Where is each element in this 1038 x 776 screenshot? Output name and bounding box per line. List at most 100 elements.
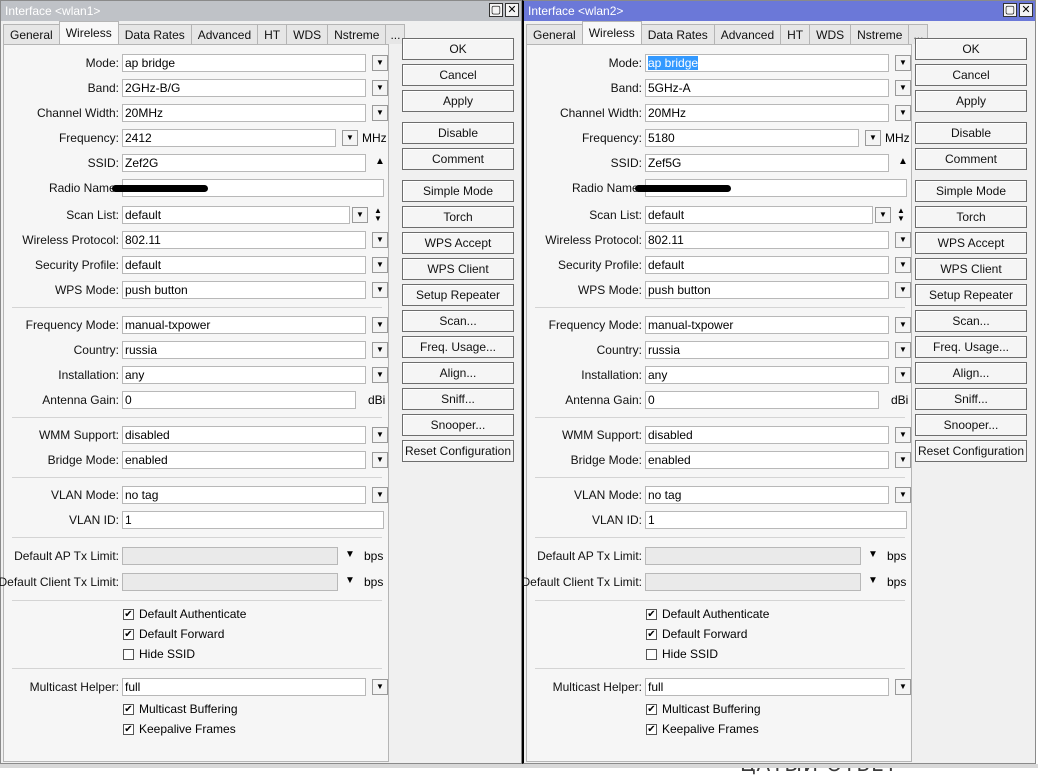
dropdown-arrow-icon[interactable]: ▼ xyxy=(342,548,358,564)
hide-ssid-checkbox[interactable] xyxy=(123,649,134,660)
dropdown-arrow-icon[interactable]: ▼ xyxy=(372,105,388,121)
dropdown-arrow-icon[interactable]: ▼ xyxy=(895,257,911,273)
dropdown-arrow-icon[interactable]: ▼ xyxy=(895,80,911,96)
torch-button[interactable]: Torch xyxy=(915,206,1027,228)
default-forward-checkbox[interactable]: ✔ xyxy=(646,629,657,640)
default-client-tx-limit-input[interactable] xyxy=(645,573,861,591)
tab-advanced[interactable]: Advanced xyxy=(713,24,782,44)
freq-usage-button[interactable]: Freq. Usage... xyxy=(915,336,1027,358)
close-icon[interactable]: ✕ xyxy=(505,3,519,17)
reset-configuration-button[interactable]: Reset Configuration xyxy=(402,440,514,462)
wps-client-button[interactable]: WPS Client xyxy=(402,258,514,280)
ok-button[interactable]: OK xyxy=(402,38,514,60)
dropdown-arrow-icon[interactable]: ▼ xyxy=(372,282,388,298)
snooper-button[interactable]: Snooper... xyxy=(915,414,1027,436)
dropdown-arrow-icon[interactable]: ▼ xyxy=(342,574,358,590)
up-down-arrow-icon[interactable]: ▲ ▼ xyxy=(893,207,909,223)
multicast-helper-input[interactable]: full xyxy=(645,678,889,696)
dropdown-arrow-icon[interactable]: ▼ xyxy=(372,452,388,468)
dropdown-arrow-icon[interactable]: ▼ xyxy=(895,317,911,333)
tab-ht[interactable]: HT xyxy=(257,24,288,44)
installation-input[interactable]: any xyxy=(645,366,889,384)
torch-button[interactable]: Torch xyxy=(402,206,514,228)
dropdown-arrow-icon[interactable]: ▼ xyxy=(875,207,891,223)
wps-mode-input[interactable]: push button xyxy=(122,281,366,299)
security-profile-input[interactable]: default xyxy=(122,256,366,274)
vlan-id-input[interactable]: 1 xyxy=(122,511,384,529)
dropdown-arrow-icon[interactable]: ▼ xyxy=(372,342,388,358)
sniff-button[interactable]: Sniff... xyxy=(915,388,1027,410)
collapse-arrow-icon[interactable]: ▲ xyxy=(895,155,911,171)
wireless-protocol-input[interactable]: 802.11 xyxy=(122,231,366,249)
multicast-buffering-checkbox[interactable]: ✔ xyxy=(123,704,134,715)
antenna-gain-input[interactable]: 0 xyxy=(122,391,356,409)
default-ap-tx-limit-input[interactable] xyxy=(122,547,338,565)
scan-button[interactable]: Scan... xyxy=(915,310,1027,332)
dropdown-arrow-icon[interactable]: ▼ xyxy=(865,130,881,146)
country-input[interactable]: russia xyxy=(122,341,366,359)
simple-mode-button[interactable]: Simple Mode xyxy=(402,180,514,202)
close-icon[interactable]: ✕ xyxy=(1019,3,1033,17)
bridge-mode-input[interactable]: enabled xyxy=(645,451,889,469)
dropdown-arrow-icon[interactable]: ▼ xyxy=(865,548,881,564)
default-client-tx-limit-input[interactable] xyxy=(122,573,338,591)
dropdown-arrow-icon[interactable]: ▼ xyxy=(895,427,911,443)
vlan-mode-input[interactable]: no tag xyxy=(122,486,366,504)
tab-advanced[interactable]: Advanced xyxy=(190,24,259,44)
maximize-icon[interactable]: ▢ xyxy=(1003,3,1017,17)
dropdown-arrow-icon[interactable]: ▼ xyxy=(895,342,911,358)
country-input[interactable]: russia xyxy=(645,341,889,359)
multicast-helper-input[interactable]: full xyxy=(122,678,366,696)
tab-general[interactable]: General xyxy=(3,24,60,44)
align-button[interactable]: Align... xyxy=(915,362,1027,384)
dropdown-arrow-icon[interactable]: ▼ xyxy=(895,679,911,695)
wireless-protocol-input[interactable]: 802.11 xyxy=(645,231,889,249)
setup-repeater-button[interactable]: Setup Repeater xyxy=(402,284,514,306)
dropdown-arrow-icon[interactable]: ▼ xyxy=(372,367,388,383)
dropdown-arrow-icon[interactable]: ▼ xyxy=(372,232,388,248)
apply-button[interactable]: Apply xyxy=(402,90,514,112)
cancel-button[interactable]: Cancel xyxy=(402,64,514,86)
wps-accept-button[interactable]: WPS Accept xyxy=(915,232,1027,254)
ssid-input[interactable]: Zef2G xyxy=(122,154,366,172)
dropdown-arrow-icon[interactable]: ▼ xyxy=(372,679,388,695)
title-bar[interactable]: Interface <wlan2> ▢ ✕ xyxy=(524,1,1035,21)
bridge-mode-input[interactable]: enabled xyxy=(122,451,366,469)
sniff-button[interactable]: Sniff... xyxy=(402,388,514,410)
default-forward-checkbox[interactable]: ✔ xyxy=(123,629,134,640)
tab-ht[interactable]: HT xyxy=(780,24,811,44)
reset-configuration-button[interactable]: Reset Configuration xyxy=(915,440,1027,462)
dropdown-arrow-icon[interactable]: ▼ xyxy=(372,427,388,443)
dropdown-arrow-icon[interactable]: ▼ xyxy=(895,452,911,468)
title-bar[interactable]: Interface <wlan1> ▢ ✕ xyxy=(1,1,521,21)
keepalive-frames-checkbox[interactable]: ✔ xyxy=(123,724,134,735)
default-ap-tx-limit-input[interactable] xyxy=(645,547,861,565)
cancel-button[interactable]: Cancel xyxy=(915,64,1027,86)
up-down-arrow-icon[interactable]: ▲ ▼ xyxy=(370,207,386,223)
tab-wireless[interactable]: Wireless xyxy=(581,21,642,44)
scan-list-input[interactable]: default xyxy=(122,206,350,224)
wps-mode-input[interactable]: push button xyxy=(645,281,889,299)
mode-input[interactable]: ap bridge xyxy=(122,54,366,72)
vlan-id-input[interactable]: 1 xyxy=(645,511,907,529)
disable-button[interactable]: Disable xyxy=(402,122,514,144)
dropdown-arrow-icon[interactable]: ▼ xyxy=(372,317,388,333)
tab-nstreme[interactable]: Nstreme xyxy=(850,24,910,44)
tab-wds[interactable]: WDS xyxy=(809,24,852,44)
scan-list-input[interactable]: default xyxy=(645,206,873,224)
setup-repeater-button[interactable]: Setup Repeater xyxy=(915,284,1027,306)
frequency-mode-input[interactable]: manual-txpower xyxy=(122,316,366,334)
ssid-input[interactable]: Zef5G xyxy=(645,154,889,172)
dropdown-arrow-icon[interactable]: ▼ xyxy=(895,232,911,248)
default-authenticate-checkbox[interactable]: ✔ xyxy=(646,609,657,620)
dropdown-arrow-icon[interactable]: ▼ xyxy=(372,55,388,71)
band-input[interactable]: 2GHz-B/G xyxy=(122,79,366,97)
vlan-mode-input[interactable]: no tag xyxy=(645,486,889,504)
security-profile-input[interactable]: default xyxy=(645,256,889,274)
dropdown-arrow-icon[interactable]: ▼ xyxy=(372,257,388,273)
dropdown-arrow-icon[interactable]: ▼ xyxy=(895,282,911,298)
dropdown-arrow-icon[interactable]: ▼ xyxy=(865,574,881,590)
simple-mode-button[interactable]: Simple Mode xyxy=(915,180,1027,202)
frequency-mode-input[interactable]: manual-txpower xyxy=(645,316,889,334)
tab-datarates[interactable]: Data Rates xyxy=(117,24,192,44)
